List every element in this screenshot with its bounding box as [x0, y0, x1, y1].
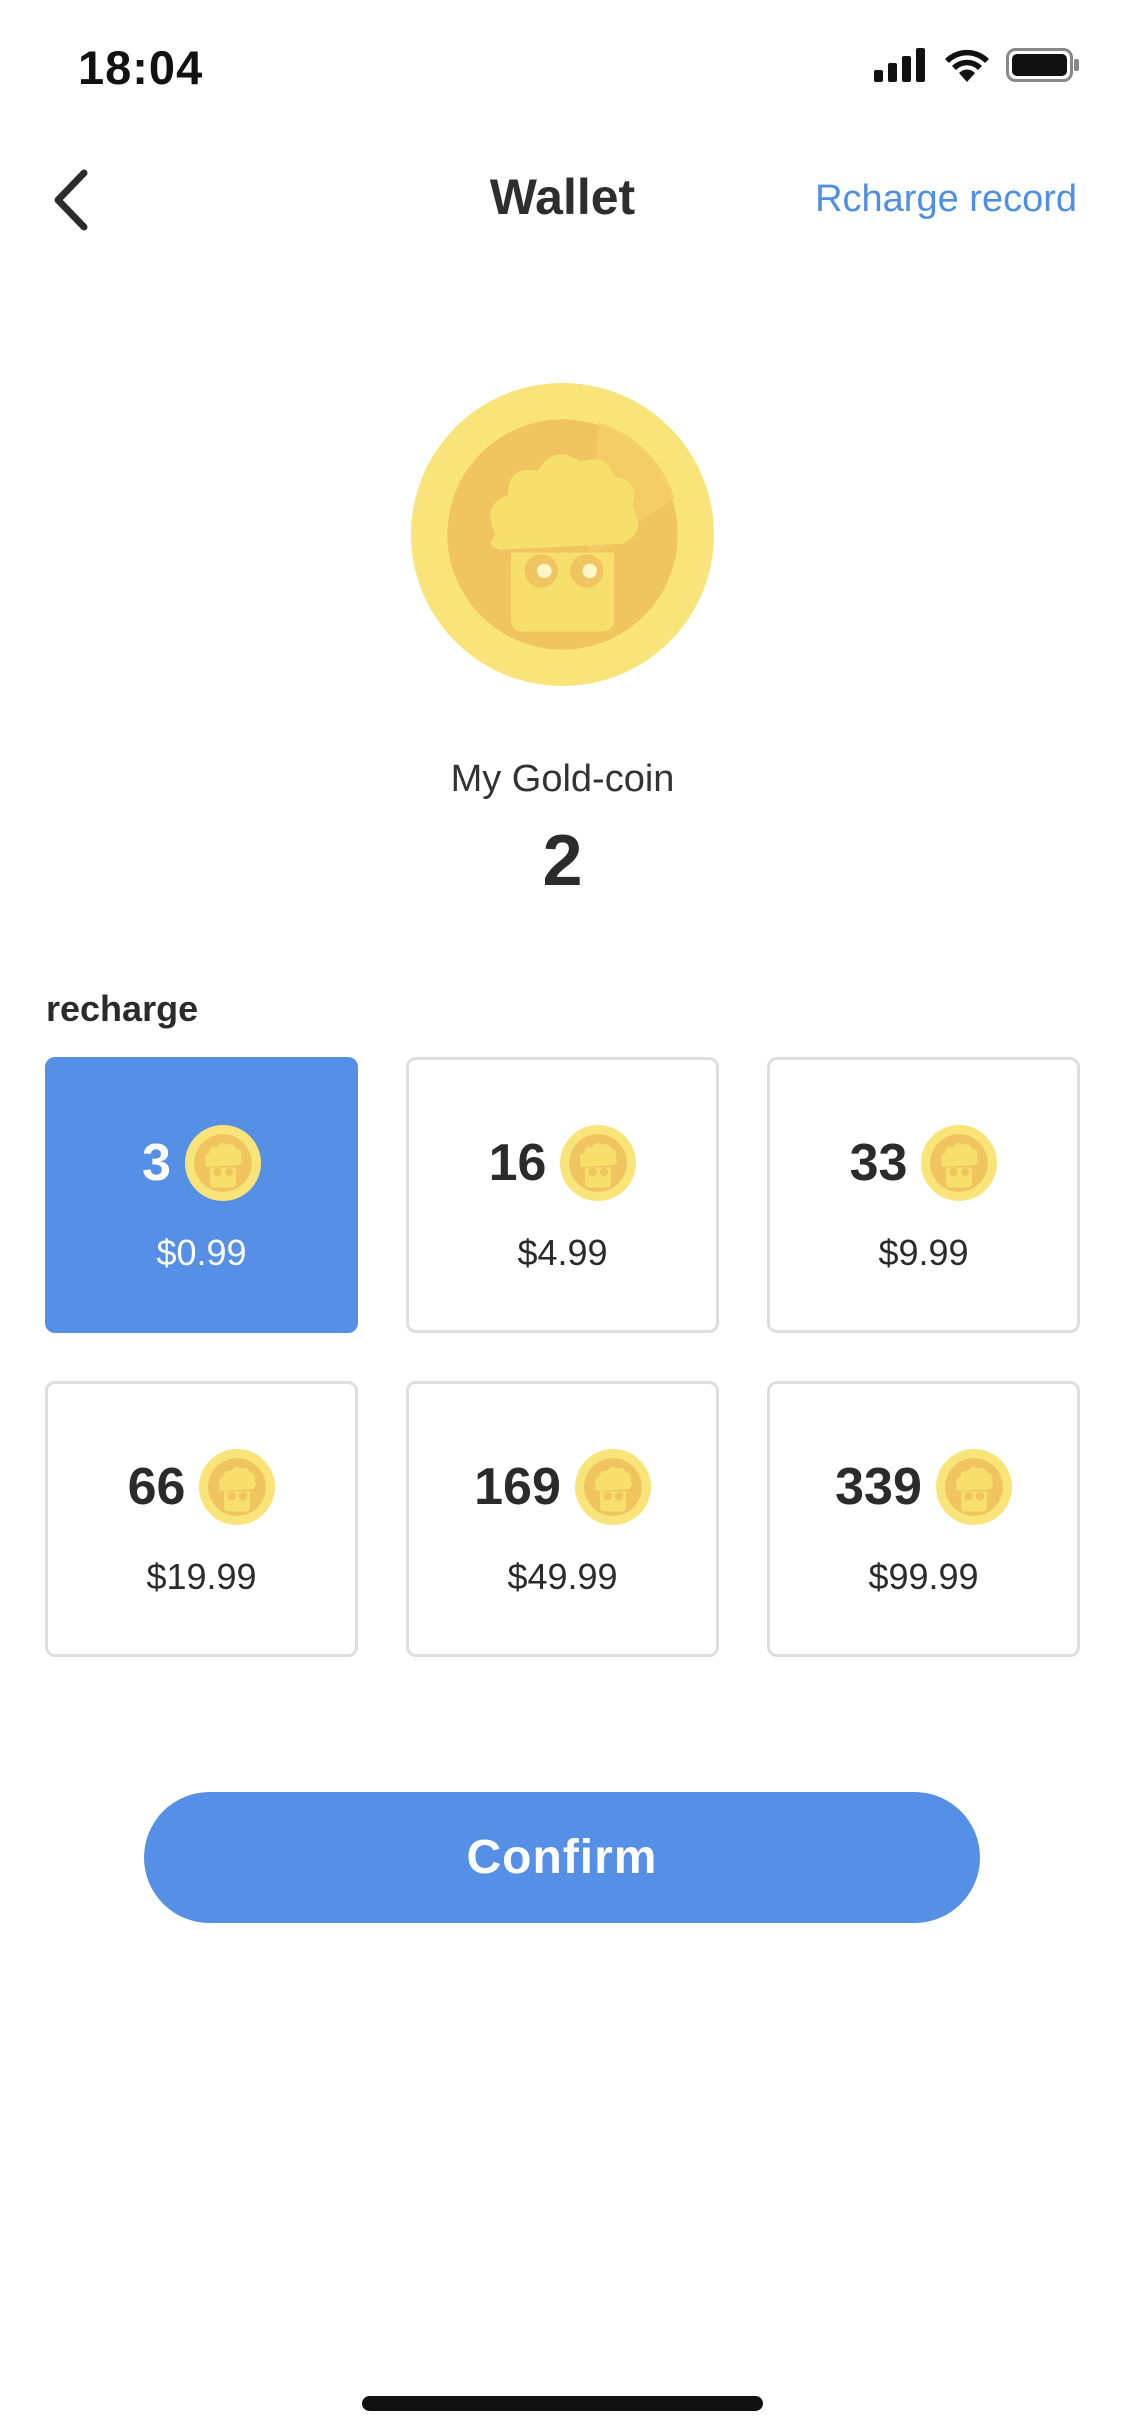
gold-coin-icon: [199, 1449, 276, 1525]
wifi-icon: [945, 49, 989, 82]
package-amount: 33: [849, 1134, 908, 1192]
cellular-signal-icon: [874, 48, 925, 82]
package-price: $19.99: [146, 1556, 257, 1597]
balance-value: 2: [542, 821, 583, 901]
package-amount: 169: [474, 1458, 561, 1516]
package-card[interactable]: 16 $4.99: [406, 1057, 719, 1333]
package-price: $4.99: [517, 1232, 608, 1273]
recharge-packages: 3 $0.99 16 $4.99 33 $9.99 66 $19.99 169 …: [45, 1057, 1080, 1657]
status-icons: [874, 48, 1080, 82]
package-card[interactable]: 33 $9.99: [767, 1057, 1080, 1333]
package-price: $49.99: [507, 1556, 618, 1597]
gold-coin-icon: [184, 1125, 261, 1201]
home-indicator[interactable]: [362, 2396, 763, 2411]
recharge-record-link[interactable]: Rcharge record: [815, 178, 1077, 221]
confirm-button[interactable]: Confirm: [144, 1792, 980, 1923]
package-amount: 16: [488, 1134, 547, 1192]
gold-coin-icon: [411, 383, 714, 686]
package-price: $9.99: [878, 1232, 969, 1273]
package-amount: 339: [835, 1458, 922, 1516]
package-amount: 66: [127, 1458, 186, 1516]
battery-icon: [1006, 48, 1079, 82]
status-time: 18:04: [78, 41, 204, 94]
gold-coin-icon: [921, 1125, 998, 1201]
package-card[interactable]: 339 $99.99: [767, 1381, 1080, 1657]
package-card[interactable]: 3 $0.99: [45, 1057, 358, 1333]
package-card[interactable]: 169 $49.99: [406, 1381, 719, 1657]
package-amount: 3: [142, 1134, 171, 1192]
package-card[interactable]: 66 $19.99: [45, 1381, 358, 1657]
gold-coin-icon: [574, 1449, 651, 1525]
package-price: $0.99: [156, 1232, 247, 1273]
status-bar: 18:04: [0, 0, 1125, 135]
nav-bar: Wallet Rcharge record: [0, 150, 1125, 250]
recharge-section-title: recharge: [46, 988, 199, 1029]
balance-label: My Gold-coin: [450, 758, 675, 800]
gold-coin-icon: [935, 1449, 1012, 1525]
gold-coin-icon: [560, 1125, 637, 1201]
package-price: $99.99: [868, 1556, 979, 1597]
